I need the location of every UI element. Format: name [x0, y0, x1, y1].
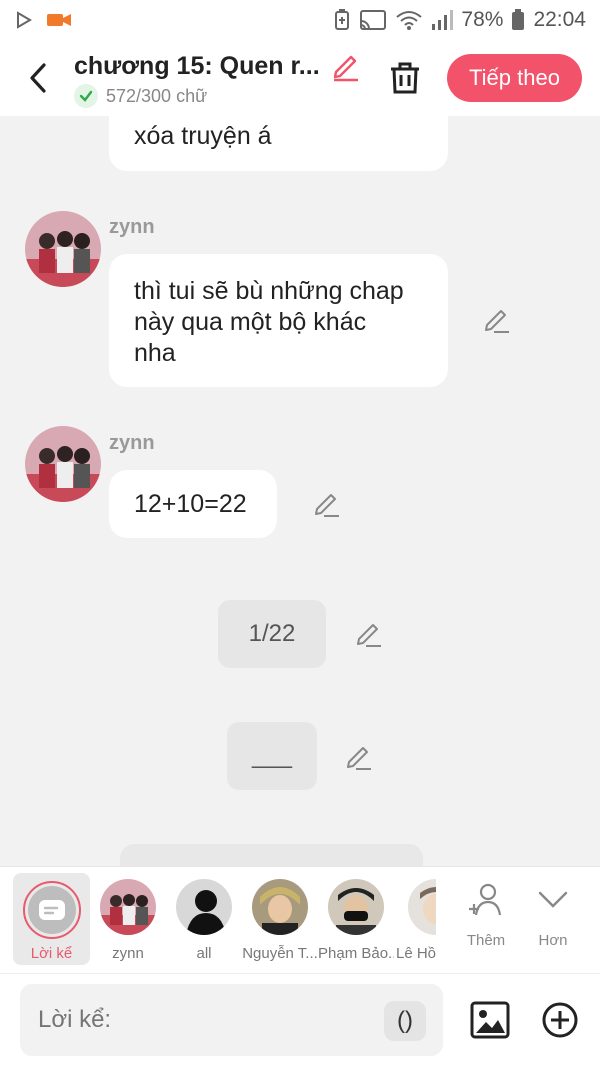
pencil-icon [347, 747, 371, 770]
narration-bubble[interactable]: 1/22 [218, 600, 326, 668]
chat-area[interactable]: xóa truyện á zynn thì tui sẽ bù những ch… [0, 116, 600, 866]
character-label: Nguyễn T... [242, 945, 318, 962]
narration-bubble[interactable]: ___ [227, 722, 317, 790]
battery-saver-icon [333, 9, 351, 31]
avatar-photo [25, 211, 101, 287]
character-avatar [252, 879, 308, 935]
word-count: 572/300 chữ [74, 84, 207, 108]
character-avatar [176, 879, 232, 935]
message-bubble[interactable]: 12+10=22 [109, 470, 277, 538]
battery-icon [511, 9, 525, 31]
message-icon [38, 900, 65, 920]
edit-message-button[interactable] [312, 489, 342, 519]
character-avatar [100, 879, 156, 935]
avatar[interactable] [25, 211, 101, 287]
message-text: xóa truyện á [134, 122, 272, 150]
narrator-option[interactable]: Lời kể [13, 873, 90, 965]
status-bar: 78% 22:04 [0, 0, 600, 40]
avatar[interactable] [25, 426, 101, 502]
pencil-icon [333, 55, 358, 82]
add-button[interactable] [540, 1000, 580, 1040]
message-input[interactable] [20, 984, 443, 1056]
character-avatar [328, 879, 384, 935]
plus-circle-icon [542, 1002, 578, 1038]
insert-image-button[interactable] [470, 1000, 510, 1040]
more-label: Hơn [538, 932, 568, 949]
character-label: Phạm Bảo... [318, 945, 394, 962]
character-avatar [408, 879, 436, 935]
clock: 22:04 [533, 8, 586, 31]
add-character-label: Thêm [466, 932, 506, 949]
character-option[interactable]: Lê Hồ [394, 875, 436, 962]
author-name: zynn [109, 216, 155, 238]
character-option[interactable]: Nguyễn T... [242, 875, 318, 962]
narration-text: ___ [251, 742, 293, 769]
pencil-icon [485, 310, 509, 333]
character-option[interactable]: Phạm Bảo... [318, 875, 394, 962]
editor-header: chương 15: Quen r... 572/300 chữ Tiếp th… [0, 40, 600, 116]
character-option[interactable]: all [166, 875, 242, 962]
message-line: này qua một bộ khác [134, 308, 367, 336]
check-icon [74, 84, 98, 108]
chevron-left-icon [30, 63, 46, 93]
character-label: zynn [112, 945, 144, 962]
edit-message-button[interactable] [344, 742, 374, 772]
narration-text: 1/22 [248, 620, 296, 647]
cast-icon [359, 9, 387, 31]
narrator-label: Lời kể [30, 945, 73, 962]
play-store-icon [14, 10, 34, 30]
more-button[interactable]: Hơn [523, 879, 583, 949]
message-bubble[interactable]: xóa truyện á [109, 116, 448, 171]
delete-button[interactable] [388, 60, 422, 96]
avatar-photo [25, 426, 101, 502]
video-camera-icon [46, 10, 72, 30]
message-line: thì tui sẽ bù những chap [134, 277, 404, 305]
character-selector: Lời kể zynn all Nguyễn T... Phạm Bảo... … [0, 866, 600, 974]
signal-icon [431, 9, 454, 31]
narrator-ring [22, 881, 81, 939]
narration-bubble[interactable] [120, 844, 423, 866]
image-icon [470, 1001, 510, 1039]
character-label: Lê Hồ [396, 945, 436, 962]
trash-icon [391, 62, 419, 94]
character-option[interactable]: zynn [90, 875, 166, 962]
next-chapter-button[interactable]: Tiếp theo [447, 54, 582, 102]
wifi-icon [395, 9, 423, 31]
pencil-icon [315, 494, 339, 517]
add-user-icon [469, 883, 502, 916]
message-text: 12+10=22 [134, 490, 247, 518]
narrator-avatar [27, 886, 76, 934]
chapter-title[interactable]: chương 15: Quen r... [74, 52, 320, 81]
chevron-down-icon [538, 891, 568, 908]
pencil-icon [357, 624, 381, 647]
input-bar: () [0, 974, 600, 1067]
word-count-text: 572/300 chữ [106, 85, 208, 106]
message-line: nha [134, 339, 176, 367]
back-button[interactable] [22, 58, 54, 98]
add-character-button[interactable]: Thêm [456, 879, 516, 949]
battery-percent: 78% [461, 8, 504, 31]
edit-title-button[interactable] [330, 50, 362, 82]
message-bubble[interactable]: thì tui sẽ bù những chap này qua một bộ … [109, 254, 448, 387]
author-name: zynn [109, 432, 155, 454]
edit-message-button[interactable] [482, 305, 512, 335]
parentheses-button[interactable]: () [384, 1001, 426, 1041]
character-label: all [196, 945, 212, 962]
edit-message-button[interactable] [354, 619, 384, 649]
